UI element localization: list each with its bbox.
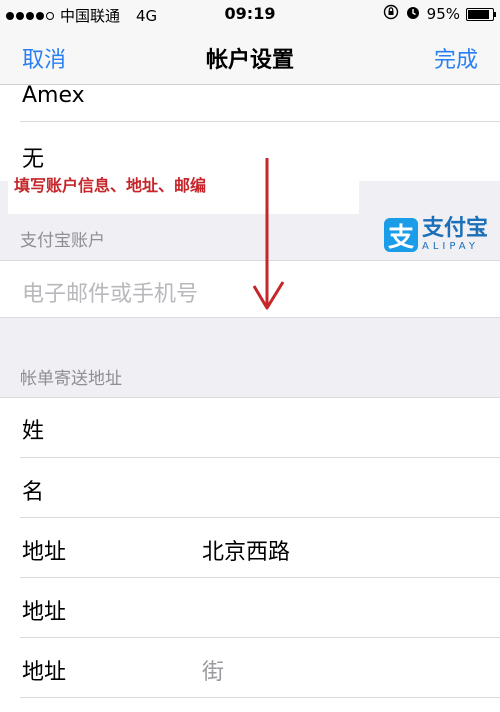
billing-address-group: 姓 名 地址 北京西路 地址 地址 街 — [0, 397, 500, 712]
alipay-logo: 支 支付宝 ALIPAY — [384, 216, 489, 253]
battery-percentage: 95% — [426, 5, 460, 23]
separator — [20, 577, 500, 578]
address-3-value[interactable]: 街 — [202, 654, 224, 686]
down-arrow-icon — [252, 158, 285, 310]
status-right: 95% — [383, 4, 496, 24]
address-1-value[interactable]: 北京西路 — [202, 534, 290, 566]
annotation-box: 填写账户信息、地址、邮编 — [8, 172, 359, 214]
lastname-label: 姓 — [22, 419, 45, 444]
firstname-label: 名 — [22, 480, 45, 505]
alipay-logo-subtext: ALIPAY — [422, 241, 479, 252]
rotation-lock-icon — [383, 4, 399, 24]
status-bar: 中国联通 4G 09:19 95% — [0, 0, 500, 28]
separator — [20, 637, 500, 638]
separator — [20, 457, 500, 458]
billing-section-header: 帐单寄送地址 — [20, 369, 122, 389]
navigation-bar: 取消 帐户设置 完成 — [0, 28, 500, 85]
alarm-icon — [405, 4, 421, 24]
alipay-section-header: 支付宝账户 — [20, 231, 105, 251]
alipay-logo-text: 支付宝 — [422, 216, 489, 241]
address-1-label: 地址 — [22, 540, 67, 565]
separator — [20, 121, 500, 122]
separator — [20, 697, 500, 698]
separator — [20, 517, 500, 518]
battery-icon — [466, 7, 496, 21]
card-option-amex[interactable]: Amex — [22, 83, 85, 108]
address-3-label: 地址 — [22, 660, 67, 685]
address-2-label: 地址 — [22, 600, 67, 625]
alipay-account-input[interactable]: 电子邮件或手机号 — [22, 276, 198, 308]
done-button[interactable]: 完成 — [434, 42, 478, 74]
page-title: 帐户设置 — [205, 48, 294, 73]
card-option-none[interactable]: 无 — [22, 141, 44, 173]
annotation-text: 填写账户信息、地址、邮编 — [14, 176, 207, 195]
alipay-icon: 支 — [384, 218, 418, 253]
